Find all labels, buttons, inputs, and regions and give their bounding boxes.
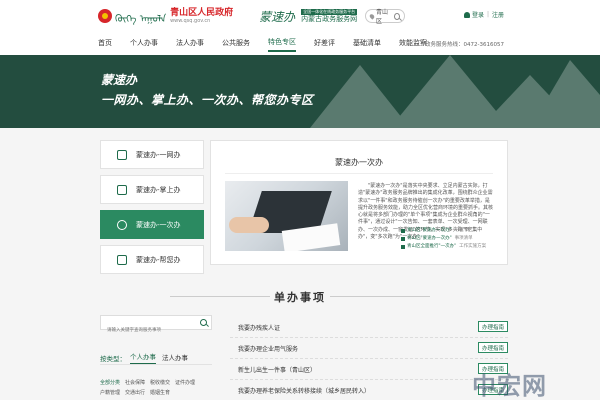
- category-social-security[interactable]: 社会保障: [125, 378, 145, 388]
- list-item[interactable]: 我要办残疾人证 办理指南: [230, 317, 508, 338]
- banner: 蒙速办 一网办、掌上办、一次办、帮您办专区: [0, 55, 600, 128]
- search-icon[interactable]: [394, 12, 401, 20]
- gov-url: www.qsq.gov.cn: [170, 18, 211, 24]
- hand-shape: [229, 217, 269, 233]
- item-name: 我要办理养老保险关系转移接续（城乡居民转入）: [238, 387, 371, 395]
- category-all[interactable]: 全部分类: [100, 378, 120, 388]
- tab-legal-person[interactable]: 法人办事: [162, 352, 188, 364]
- panel-links: 青山区"蒙速办一次办" 下载专区 青山区"蒙速办一次办" 事项清单 青山区全面推…: [401, 227, 507, 251]
- link-text: 青山区"蒙速办一次办": [407, 228, 452, 233]
- site-header: ᠬᠥᠬᠡ ᠠᠭᠤᠯᠠ 青山区人民政府 www.qsq.gov.cn 蒙速办 全国…: [0, 0, 600, 32]
- link-download: 工作实施方案: [459, 244, 487, 249]
- main-content: 蒙速办-一网办 蒙速办-掌上办 蒙速办-一次办 蒙速办-帮您办 蒙速办一次办 "…: [0, 128, 600, 400]
- nav-item-efficiency[interactable]: 效能监察: [399, 38, 427, 51]
- link-text: 青山区"蒙速办一次办": [407, 236, 452, 241]
- computer-icon: [117, 149, 127, 160]
- nav-item-special-zone[interactable]: 特色专区: [268, 37, 296, 52]
- region-label: 青山区: [376, 9, 389, 25]
- section-line-left: [170, 296, 270, 297]
- side-menu: 蒙速办-一网办 蒙速办-掌上办 蒙速办-一次办 蒙速办-帮您办: [100, 140, 204, 280]
- item-name: 我要办理企业用气服务: [238, 345, 299, 353]
- service-platform-logo[interactable]: 全国一体化在线政务服务平台 内蒙古政务服务网: [301, 8, 358, 24]
- category-list: 全部分类 社会保障 税收缴交 证件办理 户籍管理 交通出行 婚姻生育: [100, 378, 212, 398]
- side-item-online[interactable]: 蒙速办-一网办: [100, 140, 204, 169]
- filter-divider: [100, 364, 212, 365]
- nav-item-basic-list[interactable]: 基础清单: [353, 38, 381, 51]
- item-name: 我要办残疾人证: [238, 324, 281, 332]
- banner-title: 蒙速办: [101, 73, 138, 87]
- side-item-label: 蒙速办-一网办: [136, 150, 181, 159]
- side-item-label: 蒙速办-掌上办: [136, 185, 181, 194]
- panel-divider: [225, 173, 493, 174]
- link-icon: [401, 229, 405, 233]
- link-text: 青山区全面推行"一次办": [407, 244, 457, 249]
- side-item-help[interactable]: 蒙速办-帮您办: [100, 245, 204, 274]
- location-pin-icon: [368, 12, 376, 20]
- side-item-label: 蒙速办-一次办: [136, 220, 181, 229]
- guide-button[interactable]: 办理指南: [478, 342, 508, 353]
- laptop-photo: [225, 181, 348, 251]
- nav-item-home[interactable]: 首页: [98, 38, 112, 51]
- nav-item-rating[interactable]: 好差评: [314, 38, 335, 51]
- nav-item-personal[interactable]: 个人办事: [130, 38, 158, 51]
- user-icon: [463, 11, 470, 18]
- category-tax[interactable]: 税收缴交: [150, 378, 170, 388]
- tab-personal[interactable]: 个人办事: [130, 351, 156, 364]
- nav-item-public-service[interactable]: 公共服务: [222, 38, 250, 51]
- download-zone-link[interactable]: 青山区"蒙速办一次办" 下载专区: [401, 227, 507, 235]
- national-emblem-icon: [98, 9, 112, 23]
- service-search: [100, 315, 212, 337]
- item-list-link[interactable]: 青山区"蒙速办一次办" 事项清单: [401, 235, 507, 243]
- login-link[interactable]: 登录: [472, 10, 484, 19]
- list-item[interactable]: 我要办理企业用气服务 办理指南: [230, 338, 508, 359]
- category-transport[interactable]: 交通出行: [125, 388, 145, 398]
- person-icon: [117, 219, 127, 230]
- gov-name: 青山区人民政府: [170, 8, 234, 18]
- service-items-list: 我要办残疾人证 办理指南 我要办理企业用气服务 办理指南 新生儿出生一件事（青山…: [230, 317, 508, 400]
- side-item-one-time[interactable]: 蒙速办-一次办: [100, 210, 204, 239]
- search-input[interactable]: [101, 324, 191, 337]
- side-item-label: 蒙速办-帮您办: [136, 255, 181, 264]
- service-name: 内蒙古政务服务网: [301, 14, 358, 23]
- gov-logo[interactable]: 青山区人民政府 www.qsq.gov.cn: [170, 8, 233, 24]
- filter-label: 按类型：: [100, 354, 126, 363]
- banner-slogan: 一网办、掌上办、一次办、帮您办专区: [101, 93, 314, 107]
- mongolian-script-logo: ᠬᠥᠬᠡ ᠠᠭᠤᠯᠠ: [115, 14, 167, 25]
- search-icon[interactable]: [200, 319, 207, 326]
- region-selector[interactable]: 青山区: [365, 9, 406, 25]
- category-marriage[interactable]: 婚姻生育: [150, 388, 170, 398]
- register-link[interactable]: 注册: [492, 10, 504, 19]
- page: ᠬᠥᠬᠡ ᠠᠭᠤᠯᠠ 青山区人民政府 www.qsq.gov.cn 蒙速办 全国…: [0, 0, 600, 400]
- mengsuban-calligraphy-logo: 蒙速办: [259, 9, 296, 24]
- link-icon: [401, 245, 405, 249]
- list-item[interactable]: 我要办理养老保险关系转移接续（城乡居民转入） 办理指南: [230, 380, 508, 400]
- link-download: 事项清单: [454, 236, 473, 241]
- service-hotline: 政务服务热线：0472-3616057: [425, 42, 504, 48]
- implementation-plan-link[interactable]: 青山区全面推行"一次办" 工作实施方案: [401, 243, 507, 251]
- type-filter: 按类型： 个人办事 法人办事: [100, 351, 194, 364]
- phone-icon: [117, 184, 127, 195]
- section-header: 单办事项: [0, 286, 600, 306]
- nav-item-legal-person[interactable]: 法人办事: [176, 38, 204, 51]
- side-item-mobile[interactable]: 蒙速办-掌上办: [100, 175, 204, 204]
- category-household[interactable]: 户籍管理: [100, 388, 120, 398]
- guide-button[interactable]: 办理指南: [478, 321, 508, 332]
- link-icon: [401, 237, 405, 241]
- banner-decoration: [310, 55, 600, 128]
- item-name: 新生儿出生一件事（青山区）: [238, 366, 317, 374]
- category-certificates[interactable]: 证件办理: [175, 378, 195, 388]
- list-item[interactable]: 新生儿出生一件事（青山区） 办理指南: [230, 359, 508, 380]
- section-line-right: [330, 296, 430, 297]
- auth-separator: |: [486, 11, 489, 18]
- intro-panel: 蒙速办一次办 "蒙速办一次办"是落实中央要求、立足内蒙古实际，打造"蒙速办"政务…: [210, 140, 508, 265]
- document-icon: [117, 254, 127, 265]
- section-title: 单办事项: [274, 291, 326, 304]
- panel-title: 蒙速办一次办: [335, 158, 383, 167]
- watermark-logo: 中宏网: [472, 372, 547, 400]
- auth-links: 登录 | 注册: [463, 10, 504, 19]
- link-download: 下载专区: [454, 228, 473, 233]
